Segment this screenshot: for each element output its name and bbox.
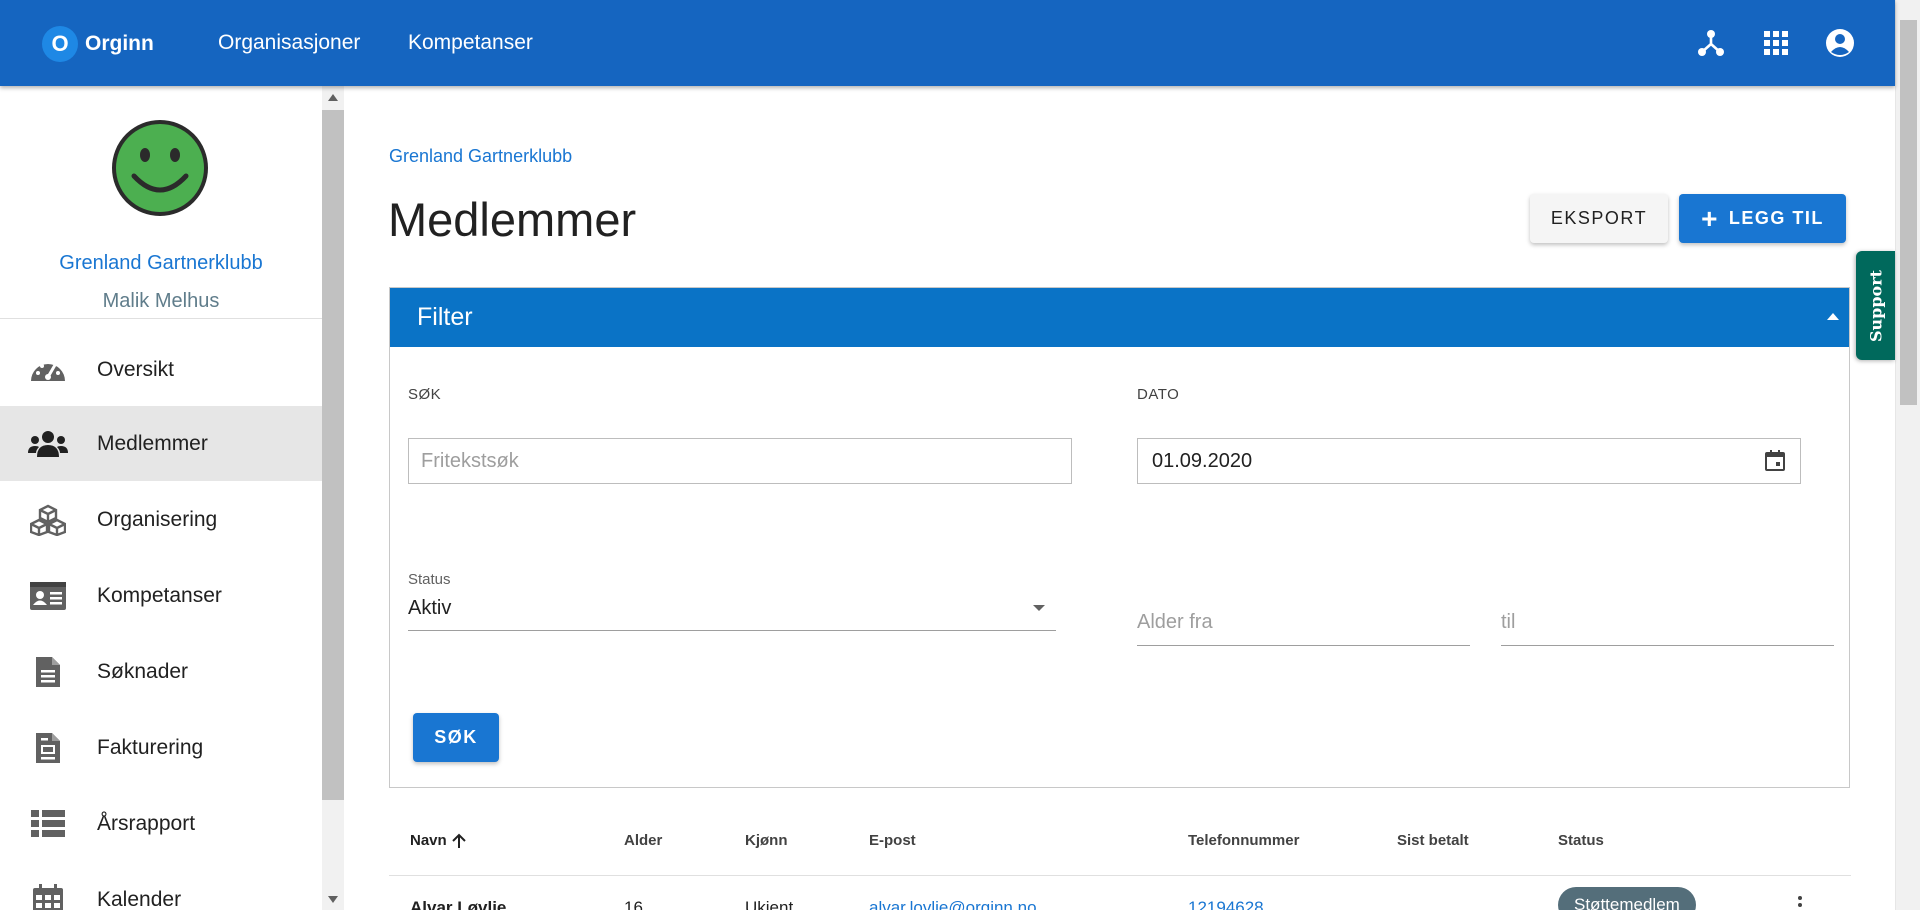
cell-name[interactable]: Alvar Løvlie xyxy=(410,898,506,910)
page-scrollbar[interactable] xyxy=(1895,0,1920,910)
cell-gender: Ukjent xyxy=(745,898,794,910)
export-button[interactable]: EKSPORT xyxy=(1530,194,1668,243)
column-header-kjonn[interactable]: Kjønn xyxy=(745,832,788,849)
organization-tree-icon[interactable] xyxy=(1695,27,1727,59)
add-button-label: LEGG TIL xyxy=(1728,208,1824,228)
add-member-button[interactable]: + LEGG TIL xyxy=(1679,194,1846,243)
age-from-underline xyxy=(1137,645,1470,646)
support-tab[interactable]: Support xyxy=(1856,251,1895,360)
apps-grid-icon[interactable] xyxy=(1760,27,1792,59)
sidebar-org-name[interactable]: Grenland Gartnerklubb xyxy=(0,252,322,275)
sidebar-item-label: Organisering xyxy=(97,507,218,531)
sidebar-item-label: Fakturering xyxy=(97,735,204,759)
filter-title: Filter xyxy=(417,303,473,331)
sidebar-item-label: Kalender xyxy=(97,887,182,910)
sidebar-item-oversikt[interactable]: Oversikt xyxy=(0,332,322,407)
sidebar-scrollbar-thumb[interactable] xyxy=(322,110,344,800)
page-title: Medlemmer xyxy=(388,193,637,246)
date-value: 01.09.2020 xyxy=(1152,450,1253,472)
invoice-icon xyxy=(28,731,68,765)
column-header-epost[interactable]: E-post xyxy=(869,832,916,849)
sidebar-scrollbar[interactable] xyxy=(322,86,344,910)
column-header-navn[interactable]: Navn xyxy=(410,832,467,849)
top-app-bar: O Orginn Organisasjoner Kompetanser xyxy=(0,0,1895,86)
smiley-face-icon xyxy=(112,120,208,216)
search-button[interactable]: SØK xyxy=(413,713,499,762)
scroll-down-icon[interactable] xyxy=(328,896,338,903)
collapse-caret-icon[interactable] xyxy=(1827,313,1839,320)
scroll-up-icon[interactable] xyxy=(328,94,338,101)
nav-organisasjoner[interactable]: Organisasjoner xyxy=(218,31,360,55)
sidebar-item-fakturering[interactable]: Fakturering xyxy=(0,710,322,785)
column-header-telefonnummer[interactable]: Telefonnummer xyxy=(1188,832,1299,849)
account-circle-icon[interactable] xyxy=(1824,27,1856,59)
cell-age: 16 xyxy=(624,898,643,910)
nav-kompetanser[interactable]: Kompetanser xyxy=(408,31,533,55)
status-select-value[interactable]: Aktiv xyxy=(408,597,451,620)
table-header-divider xyxy=(389,875,1851,876)
sidebar-item-label: Medlemmer xyxy=(97,431,208,455)
sidebar-item-kalender[interactable]: Kalender xyxy=(0,862,322,910)
logo[interactable]: O Orginn xyxy=(42,26,154,62)
cell-phone-link[interactable]: 12194628 xyxy=(1188,898,1264,910)
page-scrollbar-thumb[interactable] xyxy=(1900,20,1917,405)
column-header-alder[interactable]: Alder xyxy=(624,832,662,849)
sidebar-item-soknader[interactable]: Søknader xyxy=(0,634,322,709)
cell-email-link[interactable]: alvar.lovlie@orginn.no xyxy=(869,898,1037,910)
sidebar-item-label: Kompetanser xyxy=(97,583,222,607)
document-icon xyxy=(28,655,68,689)
column-header-status[interactable]: Status xyxy=(1558,832,1604,849)
date-field[interactable]: 01.09.2020 xyxy=(1137,438,1801,484)
column-header-sist-betalt[interactable]: Sist betalt xyxy=(1397,832,1469,849)
plus-icon: + xyxy=(1701,202,1719,234)
chevron-down-icon[interactable] xyxy=(1033,605,1045,611)
sidebar-item-label: Årsrapport xyxy=(97,811,196,835)
cubes-icon xyxy=(28,503,68,537)
sort-arrow-up-icon xyxy=(451,833,466,848)
sidebar: Grenland Gartnerklubb Malik Melhus Overs… xyxy=(0,86,322,910)
search-input[interactable] xyxy=(408,438,1072,484)
sidebar-item-organisering[interactable]: Organisering xyxy=(0,482,322,557)
status-label: Status xyxy=(408,571,451,588)
support-label: Support xyxy=(1866,269,1885,342)
dashboard-gauge-icon xyxy=(28,353,68,387)
people-group-icon xyxy=(28,427,68,461)
sidebar-item-medlemmer[interactable]: Medlemmer xyxy=(0,406,322,481)
status-select-underline xyxy=(408,630,1056,631)
more-vert-icon[interactable] xyxy=(1795,896,1805,910)
age-to-underline xyxy=(1501,645,1834,646)
age-from-input[interactable]: Alder fra xyxy=(1137,611,1213,634)
calendar-icon xyxy=(28,883,68,910)
filter-panel: Filter SØK DATO 01.09.2020 Status Aktiv … xyxy=(389,287,1850,788)
sidebar-item-kompetanser[interactable]: Kompetanser xyxy=(0,558,322,633)
id-card-icon xyxy=(28,579,68,613)
sidebar-divider xyxy=(0,318,322,319)
breadcrumb[interactable]: Grenland Gartnerklubb xyxy=(389,146,572,167)
sidebar-item-arsrapport[interactable]: Årsrapport xyxy=(0,786,322,861)
date-label: DATO xyxy=(1137,386,1180,403)
sidebar-item-label: Oversikt xyxy=(97,357,175,381)
calendar-picker-icon[interactable] xyxy=(1764,450,1786,472)
column-header-label: Navn xyxy=(410,832,447,849)
list-icon xyxy=(28,807,68,841)
filter-header[interactable]: Filter xyxy=(390,288,1849,347)
status-badge: Støttemedlem xyxy=(1558,887,1696,910)
search-label: SØK xyxy=(408,386,442,403)
logo-text: Orginn xyxy=(85,32,154,55)
sidebar-user-name: Malik Melhus xyxy=(102,290,220,312)
sidebar-item-label: Søknader xyxy=(97,659,189,683)
age-to-input[interactable]: til xyxy=(1501,611,1515,634)
logo-badge: O xyxy=(42,26,78,62)
